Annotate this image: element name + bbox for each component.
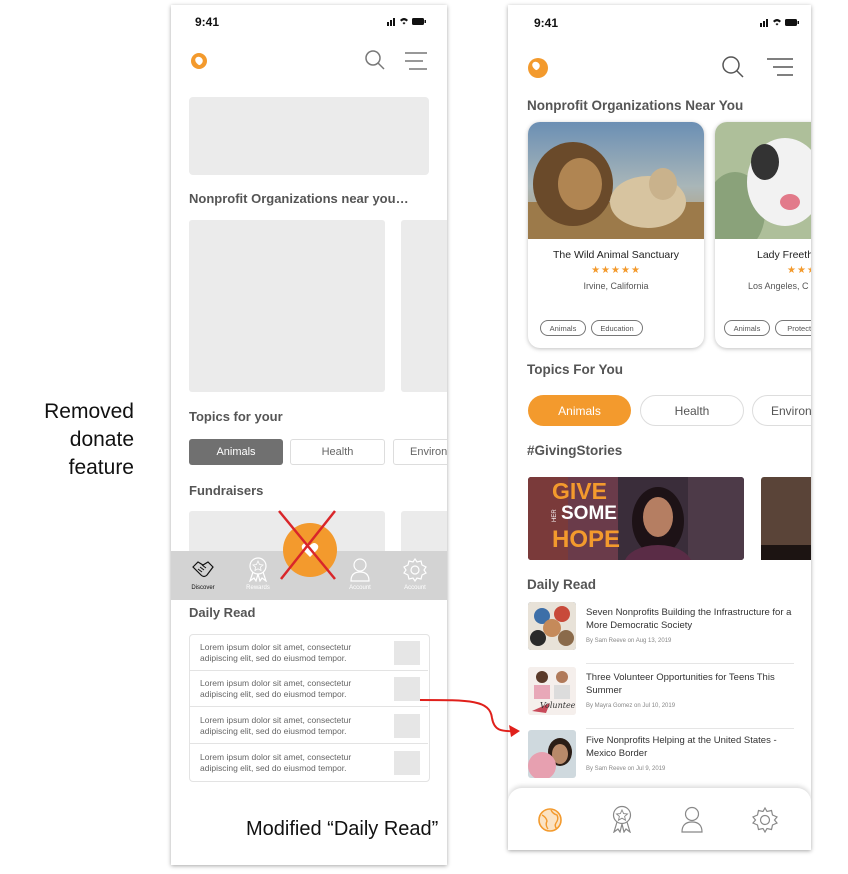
nonprofits-heading: Nonprofit Organizations near you… — [189, 191, 409, 206]
nonprofit-card-placeholder[interactable] — [401, 220, 447, 392]
list-item-thumb — [394, 641, 420, 665]
rewards-icon[interactable] — [247, 556, 269, 582]
nav-label-discover: Discover — [191, 585, 215, 591]
menu-icon[interactable] — [767, 57, 793, 77]
handshake-icon[interactable] — [191, 559, 215, 581]
nonprofits-heading: Nonprofit Organizations Near You — [527, 98, 744, 113]
topic-pill-animals[interactable]: Animals — [528, 395, 631, 426]
article-byline: By Sam Reeve on Aug 13, 2019 — [586, 638, 672, 644]
list-item-text: Lorem ipsum dolor sit amet, consectetur … — [200, 752, 352, 773]
story-text-give: GIVE — [552, 478, 607, 504]
list-item-thumb — [394, 751, 420, 775]
list-item[interactable]: Lorem ipsum dolor sit amet, consectetur … — [190, 745, 428, 781]
nonprofit-card-placeholder[interactable] — [189, 220, 385, 392]
search-icon[interactable] — [721, 55, 745, 79]
tag-chip[interactable]: Animals — [724, 320, 770, 336]
rating-stars: ★★★ — [787, 265, 811, 276]
card-location: Irvine, California — [583, 281, 649, 291]
article-byline: By Mayra Gomez on Jul 10, 2019 — [586, 703, 676, 709]
lion-photo — [528, 122, 704, 239]
topic-pill-health[interactable]: Health — [290, 439, 385, 465]
settings-icon[interactable] — [403, 558, 427, 582]
list-item-text: Lorem ipsum dolor sit amet, consectetur … — [200, 678, 352, 699]
topics-heading: Topics For You — [527, 362, 624, 377]
video-shade — [761, 545, 811, 560]
nonprofit-card[interactable]: Lady Freeth ★★★ Los Angeles, C Animals P… — [715, 122, 811, 348]
thumb-text-volunteer: Volunteer — [540, 701, 576, 710]
article-byline: By Sam Reeve on Jul 9, 2019 — [586, 766, 666, 772]
divider — [586, 728, 794, 729]
nav-label-account-2: Account — [404, 585, 426, 591]
fundraisers-heading: Fundraisers — [189, 483, 264, 498]
annotation-removed-donate: Removed donate feature — [20, 398, 134, 482]
banner-placeholder[interactable] — [189, 97, 429, 175]
card-name: Lady Freeth — [757, 249, 811, 261]
giving-stories-heading: #GivingStories — [527, 443, 623, 458]
tag-chip[interactable]: Animals — [540, 320, 586, 336]
annotation-line: feature — [68, 456, 134, 479]
app-logo-icon[interactable] — [528, 58, 548, 78]
story-text-her: HER — [552, 509, 558, 522]
dog-photo — [715, 122, 811, 239]
article-title: Three Volunteer Opportunities for Teens … — [586, 672, 775, 696]
article-item[interactable]: Seven Nonprofits Building the Infrastruc… — [528, 602, 794, 664]
giving-story-video[interactable]: GIVE HER SOME HOPE — [528, 477, 744, 560]
nav-label-rewards: Rewards — [246, 585, 270, 591]
article-title: Five Nonprofits Helping at the United St… — [586, 735, 777, 759]
topics-heading: Topics for your — [189, 409, 283, 424]
list-item[interactable]: Lorem ipsum dolor sit amet, consectetur … — [190, 635, 428, 671]
daily-read-list: Lorem ipsum dolor sit amet, consectetur … — [189, 634, 430, 782]
card-location: Los Angeles, C — [748, 281, 809, 291]
article-thumb — [528, 730, 576, 778]
list-item[interactable]: Lorem ipsum dolor sit amet, consectetur … — [190, 671, 428, 707]
account-icon[interactable] — [349, 557, 371, 583]
list-item-text: Lorem ipsum dolor sit amet, consectetur … — [200, 642, 352, 663]
list-item-thumb — [394, 714, 420, 738]
topic-pill-environment[interactable]: Environ — [752, 395, 811, 426]
list-item-thumb — [394, 677, 420, 701]
list-item-text: Lorem ipsum dolor sit amet, consectetur … — [200, 715, 352, 736]
article-item[interactable]: Five Nonprofits Helping at the United St… — [528, 730, 794, 792]
nav-label-account: Account — [349, 585, 371, 591]
daily-read-heading: Daily Read — [189, 605, 256, 620]
story-text-hope: HOPE — [552, 526, 621, 553]
rating-stars: ★★★★★ — [591, 265, 641, 276]
tag-chip[interactable]: Education — [591, 320, 643, 336]
topic-pill-animals[interactable]: Animals — [189, 439, 283, 465]
tag-chip[interactable]: Protecti — [775, 320, 811, 336]
status-time: 9:41 — [534, 16, 559, 30]
annotation-line: Removed — [44, 400, 134, 423]
list-item[interactable]: Lorem ipsum dolor sit amet, consectetur … — [190, 708, 428, 744]
annotation-modified-daily-read: Modified “Daily Read” — [244, 818, 441, 841]
status-time: 9:41 — [195, 15, 220, 29]
article-title: Seven Nonprofits Building the Infrastruc… — [586, 607, 792, 631]
article-item[interactable]: Volunteer Three Volunteer Opportunities … — [528, 667, 794, 729]
rewards-icon[interactable] — [610, 805, 634, 833]
hifi-phone: 9:41 Nonprofit Organizations Near You Th… — [508, 5, 811, 850]
search-icon[interactable] — [364, 49, 386, 71]
menu-icon[interactable] — [405, 51, 427, 71]
nonprofit-card[interactable]: The Wild Animal Sanctuary ★★★★★ Irvine, … — [528, 122, 704, 348]
status-icons — [387, 15, 427, 27]
app-logo-icon[interactable] — [191, 53, 207, 69]
topic-pill-environment[interactable]: Environ — [393, 439, 447, 465]
divider — [586, 663, 794, 664]
daily-read-heading: Daily Read — [527, 577, 597, 592]
giving-story-video[interactable] — [761, 477, 811, 560]
annotation-line: donate — [69, 428, 134, 451]
article-thumb — [528, 602, 576, 650]
card-name: The Wild Animal Sanctuary — [552, 249, 680, 261]
article-thumb: Volunteer — [528, 667, 576, 715]
globe-icon[interactable] — [537, 807, 563, 833]
story-text-some: SOME — [561, 503, 617, 524]
account-icon[interactable] — [680, 806, 704, 834]
status-icons — [760, 16, 800, 28]
removed-cross-icon — [277, 509, 339, 581]
topic-pill-health[interactable]: Health — [640, 395, 744, 426]
wireframe-phone: 9:41 Nonprofit Organizations near you… T… — [171, 5, 447, 865]
settings-icon[interactable] — [752, 807, 778, 833]
